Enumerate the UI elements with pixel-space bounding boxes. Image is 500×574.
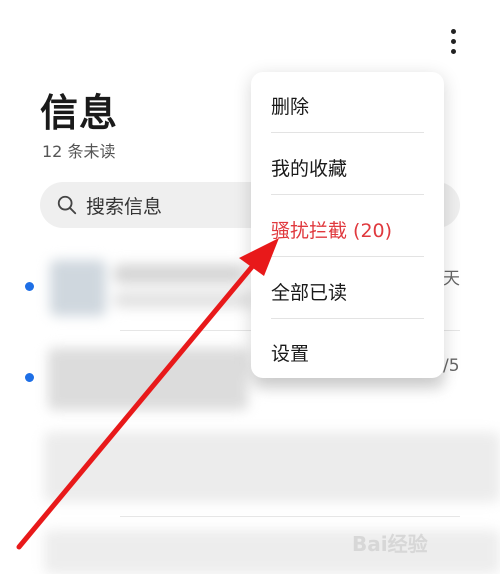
menu-item-favorites[interactable]: 我的收藏	[271, 154, 347, 181]
watermark-logo: Bai经验	[352, 522, 492, 562]
more-vertical-icon	[450, 28, 456, 34]
menu-item-delete[interactable]: 删除	[271, 92, 309, 119]
menu-divider	[271, 194, 424, 195]
list-item-date: /5	[443, 356, 460, 376]
more-options-button[interactable]	[440, 26, 466, 56]
unread-dot	[25, 373, 34, 382]
list-item[interactable]	[44, 432, 500, 504]
menu-item-settings[interactable]: 设置	[271, 339, 309, 366]
unread-count: 12 条未读	[42, 142, 116, 161]
menu-item-mark-all-read[interactable]: 全部已读	[271, 278, 347, 305]
page-title: 信息	[40, 91, 119, 135]
menu-item-spam-block[interactable]: 骚扰拦截 (20)	[271, 216, 392, 243]
overflow-menu: 删除 我的收藏 骚扰拦截 (20) 全部已读 设置	[251, 72, 444, 378]
menu-divider	[271, 256, 424, 257]
list-item-time: 天	[443, 269, 460, 289]
unread-dot	[25, 282, 34, 291]
menu-divider	[271, 132, 424, 133]
search-placeholder: 搜索信息	[86, 195, 163, 218]
watermark-text: Bai经验	[352, 531, 428, 556]
menu-divider	[271, 318, 424, 319]
search-icon	[57, 195, 77, 215]
divider	[120, 516, 460, 517]
